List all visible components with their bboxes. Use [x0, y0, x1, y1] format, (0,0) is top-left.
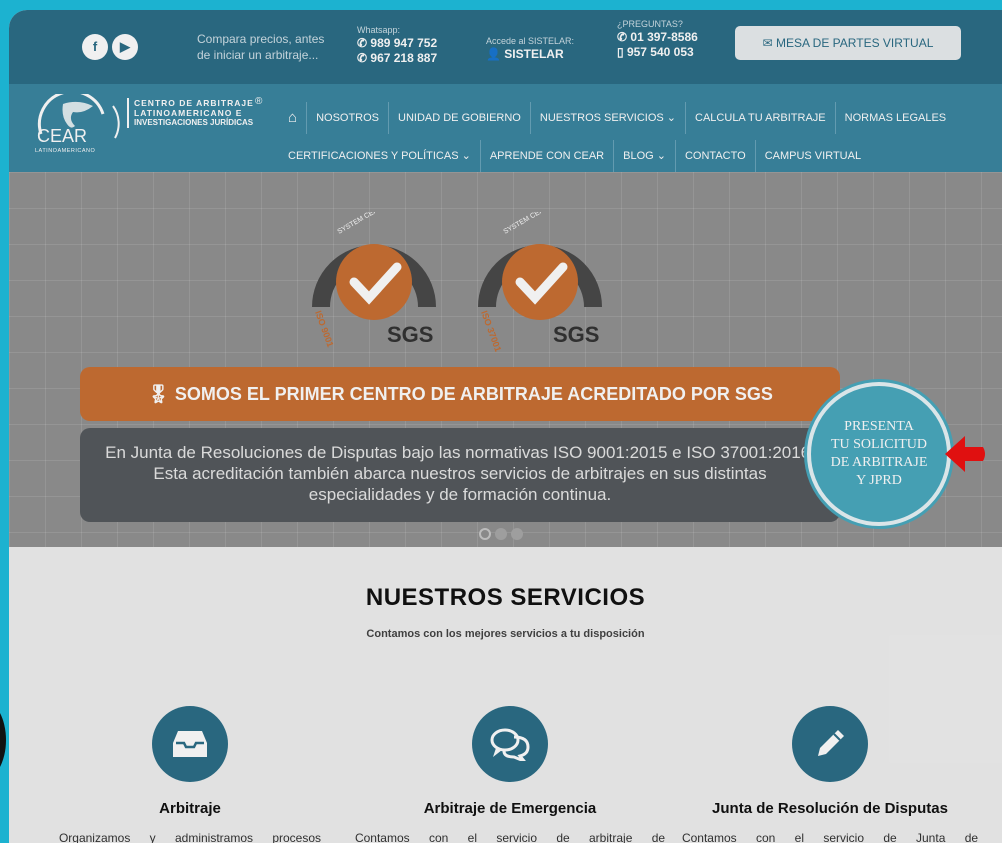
nav-blog[interactable]: BLOG ⌄ — [614, 140, 676, 172]
services-title: NUESTROS SERVICIOS — [365, 584, 646, 611]
cear-logo[interactable]: CEAR LATINOAMERICANO — [33, 89, 127, 154]
youtube-icon[interactable]: ▶ — [112, 34, 138, 60]
svg-text:SGS: SGS — [553, 322, 599, 347]
whatsapp-icon: ✆ — [357, 36, 371, 50]
service-name: Junta de Resolución de Disputas — [712, 800, 948, 817]
globe-logo-icon: CEAR LATINOAMERICANO — [35, 89, 120, 154]
nav-aprende-con-cear[interactable]: APRENDE CON CEAR — [481, 140, 615, 172]
side-widget[interactable] — [0, 700, 6, 780]
nav-campus-virtual[interactable]: CAMPUS VIRTUAL — [756, 140, 870, 172]
home-icon[interactable]: ⌂ — [279, 102, 308, 134]
nav-contacto[interactable]: CONTACTO — [676, 140, 756, 172]
logo-line-3: INVESTIGACIONES JURÍDICAS — [134, 118, 254, 127]
logo-line-2: LATINOAMERICANO E — [134, 108, 243, 118]
phone-number-2[interactable]: ▯ 957 540 053 — [617, 45, 698, 60]
svg-text:SYSTEM CERTIFICATION: SYSTEM CERTIFICATION — [337, 212, 413, 236]
phone-icon: ✆ — [617, 30, 631, 44]
chat-icon — [472, 706, 548, 782]
banner-text: SOMOS EL PRIMER CENTRO DE ARBITRAJE ACRE… — [174, 384, 773, 404]
page: f ▶ Compara precios, antes de iniciar un… — [9, 10, 1002, 843]
cta-line-4: Y JPRD — [856, 473, 902, 488]
mobile-icon: ▯ — [617, 45, 627, 59]
phone-number-1[interactable]: ✆ 01 397-8586 — [617, 30, 698, 45]
nav-calcula-tu-arbitraje[interactable]: CALCULA TU ARBITRAJE — [686, 102, 836, 134]
nav-certificaciones[interactable]: CERTIFICACIONES Y POLÍTICAS ⌄ — [279, 140, 481, 172]
hero-description: En Junta de Resoluciones de Disputas baj… — [80, 428, 840, 522]
nav-normas-legales[interactable]: NORMAS LEGALES — [836, 102, 955, 134]
iso-9001-badge: SYSTEM CERTIFICATION ISO 9001 SGS — [312, 212, 436, 348]
inbox-icon — [152, 706, 228, 782]
envelope-icon: ✉ — [762, 36, 776, 50]
logo-line-1: CENTRO DE ARBITRAJE — [134, 98, 254, 108]
user-check-icon: 👤 — [486, 47, 505, 61]
sistelar-link[interactable]: 👤 SISTELAR — [486, 47, 574, 62]
service-text: Contamos con el servicio de arbitraje de — [354, 831, 666, 843]
cta-line-1: PRESENTA — [844, 419, 914, 434]
logo-text: CENTRO DE ARBITRAJE LATINOAMERICANO E IN… — [127, 98, 267, 128]
questions-label: ¿PREGUNTAS? — [617, 19, 683, 29]
sistelar-label: Accede al SISTELAR: — [486, 36, 575, 46]
service-arbitraje-emergencia[interactable]: Arbitraje de Emergencia Contamos con el … — [350, 706, 670, 843]
top-bar: f ▶ Compara precios, antes de iniciar un… — [9, 10, 1002, 84]
service-text: Contamos con el servicio de Junta de — [681, 831, 979, 843]
service-text: Organizamos y administramos procesos — [58, 831, 322, 843]
services-subtitle: Contamos con los mejores servicios a tu … — [366, 628, 645, 640]
svg-text:CEAR: CEAR — [37, 126, 87, 146]
nav-row-1: ⌂ NOSOTROS UNIDAD DE GOBIERNO NUESTROS S… — [279, 102, 955, 134]
sistelar-block: Accede al SISTELAR: 👤 SISTELAR — [486, 36, 574, 62]
whatsapp-icon: ✆ — [357, 51, 371, 65]
pencil-icon — [792, 706, 868, 782]
service-name: Arbitraje — [159, 800, 221, 817]
hero-slider: SYSTEM CERTIFICATION ISO 9001 SGS SYSTEM… — [9, 172, 1002, 547]
slider-dot-2[interactable] — [495, 528, 507, 540]
mesa-de-partes-button[interactable]: ✉ MESA DE PARTES VIRTUAL — [735, 26, 961, 60]
main-nav: CEAR LATINOAMERICANO CENTRO DE ARBITRAJE… — [9, 84, 1002, 172]
whatsapp-number-2[interactable]: ✆ 967 218 887 — [357, 51, 437, 66]
whatsapp-number-1[interactable]: ✆ 989 947 752 — [357, 36, 437, 51]
slider-dots — [479, 528, 523, 540]
slider-dot-3[interactable] — [511, 528, 523, 540]
nav-nuestros-servicios[interactable]: NUESTROS SERVICIOS ⌄ — [531, 102, 687, 134]
nav-nosotros[interactable]: NOSOTROS — [307, 102, 390, 134]
slider-dot-1[interactable] — [479, 528, 491, 540]
compare-line-2: de iniciar un arbitraje... — [197, 48, 319, 62]
whatsapp-label: Whatsapp: — [357, 25, 401, 35]
sgs-banner: 🎖 SOMOS EL PRIMER CENTRO DE ARBITRAJE AC… — [80, 367, 840, 421]
cta-line-3: DE ARBITRAJE — [830, 455, 928, 470]
iso-37001-badge: SYSTEM CERTIFICATION ISO 37001 SGS — [478, 212, 602, 352]
registered-mark: ® — [255, 96, 263, 107]
service-junta-resolucion[interactable]: Junta de Resolución de Disputas Contamos… — [670, 706, 990, 843]
service-name: Arbitraje de Emergencia — [423, 800, 597, 817]
questions-block: ¿PREGUNTAS? ✆ 01 397-8586 ▯ 957 540 053 — [617, 19, 698, 60]
compare-line-1: Compara precios, antes — [197, 32, 325, 46]
nav-row-2: CERTIFICACIONES Y POLÍTICAS ⌄ APRENDE CO… — [279, 140, 870, 172]
medal-icon: 🎖 — [147, 384, 175, 404]
svg-text:SGS: SGS — [387, 322, 433, 347]
whatsapp-block: Whatsapp: ✆ 989 947 752 ✆ 967 218 887 — [357, 25, 437, 66]
compare-text: Compara precios, antes de iniciar un arb… — [197, 31, 324, 63]
nav-unidad-de-gobierno[interactable]: UNIDAD DE GOBIERNO — [389, 102, 531, 134]
cta-line-2: TU SOLICITUD — [830, 437, 928, 452]
service-arbitraje[interactable]: Arbitraje Organizamos y administramos pr… — [30, 706, 350, 843]
arrow-left-icon — [945, 436, 985, 472]
svg-text:LATINOAMERICANO: LATINOAMERICANO — [35, 148, 95, 154]
facebook-icon[interactable]: f — [82, 34, 108, 60]
solicitud-arbitraje-button[interactable]: PRESENTA TU SOLICITUD DE ARBITRAJE Y JPR… — [807, 382, 951, 526]
svg-text:SYSTEM CERTIFICATION: SYSTEM CERTIFICATION — [503, 212, 579, 236]
svg-text:ISO 37001: ISO 37001 — [479, 309, 503, 352]
svg-text:ISO 9001: ISO 9001 — [313, 309, 335, 348]
